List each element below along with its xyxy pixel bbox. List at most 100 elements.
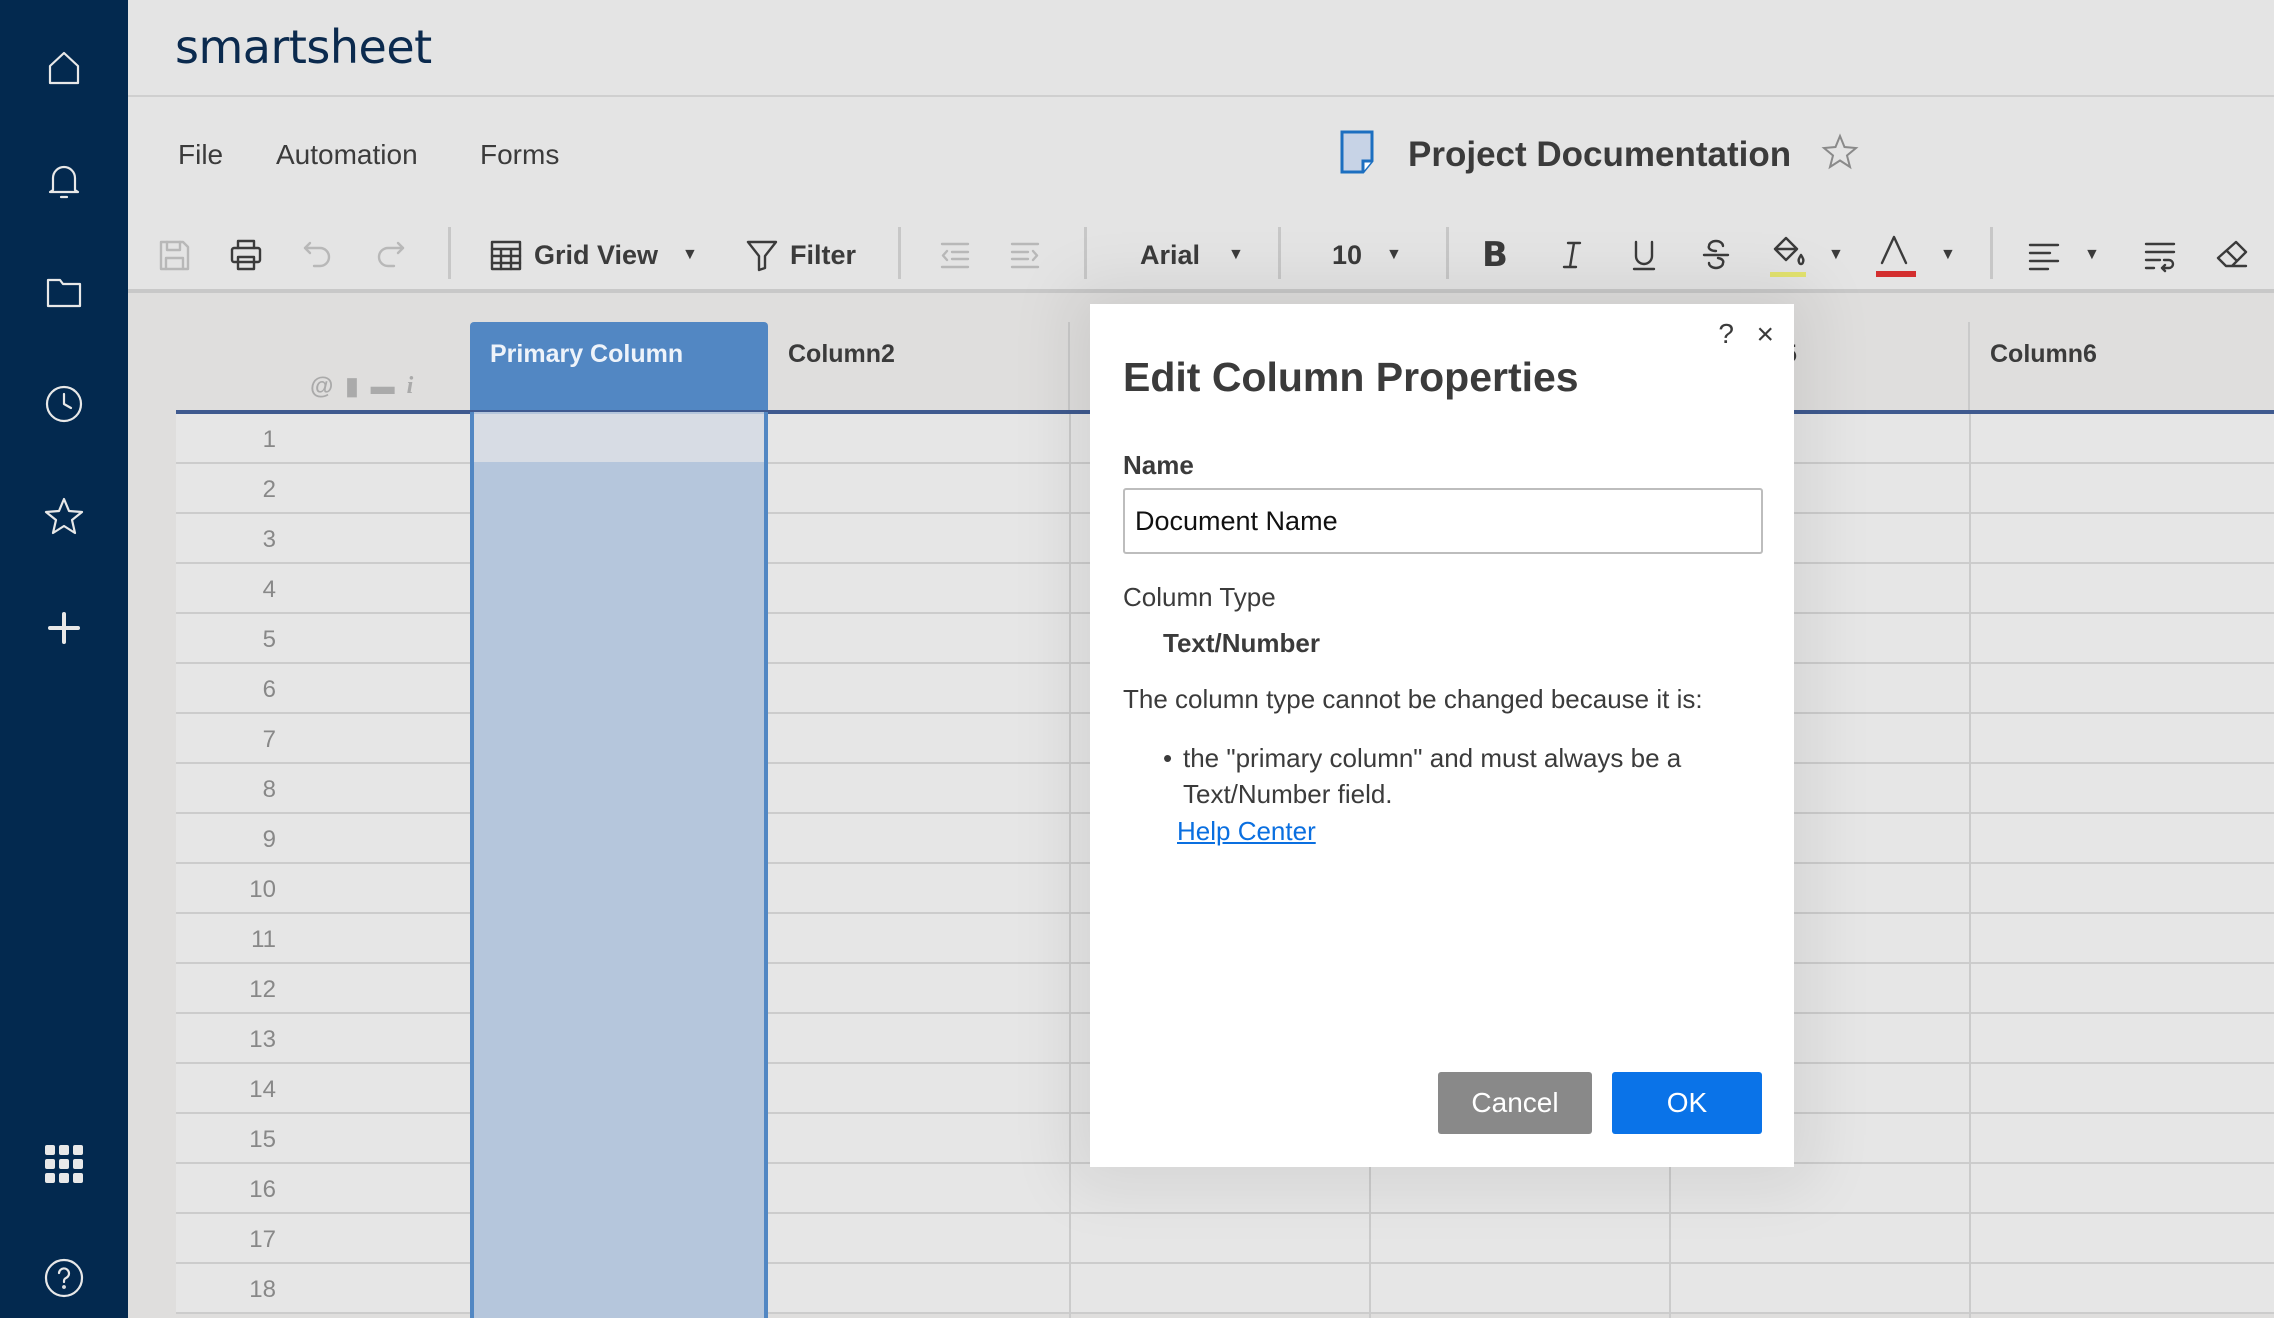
bold-icon: B <box>1482 235 1508 275</box>
sidebar-create[interactable] <box>40 604 88 652</box>
dialog-help-button[interactable]: ? <box>1718 318 1734 350</box>
row-number[interactable]: 13 <box>176 1026 276 1054</box>
info-icon[interactable]: i <box>407 373 414 400</box>
menu-bar: File Automation Forms Project Documentat… <box>128 97 2274 217</box>
row-number[interactable]: 3 <box>176 526 276 554</box>
view-selector[interactable]: Grid View ▼ <box>488 231 698 279</box>
sheet-title-area: Project Documentation <box>1338 129 1859 180</box>
sidebar-favorites[interactable] <box>40 492 88 540</box>
row-header-icons: @ ▮ ▬ i <box>310 372 413 401</box>
toolbar: Grid View ▼ Filter Arial ▼ 10 ▼ B ▼ ▼ ▼ <box>128 217 2274 293</box>
attachment-icon[interactable]: @ <box>310 373 333 401</box>
ok-button[interactable]: OK <box>1612 1072 1762 1134</box>
column-header[interactable]: Column6 <box>1970 322 2274 412</box>
clock-icon <box>45 385 83 423</box>
proofing-icon[interactable]: ▬ <box>371 373 395 401</box>
row-number[interactable]: 7 <box>176 726 276 754</box>
column-header[interactable]: Column2 <box>768 322 1070 412</box>
sidebar-launcher[interactable] <box>40 1140 88 1188</box>
outdent-button[interactable] <box>936 231 972 279</box>
fill-color-swatch <box>1770 233 1806 277</box>
strikethrough-button[interactable] <box>1698 231 1734 279</box>
column-type-value: Text/Number <box>1163 628 1320 658</box>
sidebar-recents[interactable] <box>40 380 88 428</box>
clear-formatting-button[interactable] <box>2214 231 2250 279</box>
row-number[interactable]: 14 <box>176 1076 276 1104</box>
filter-button[interactable]: Filter <box>744 231 856 279</box>
sheet-title[interactable]: Project Documentation <box>1408 135 1791 175</box>
bullet-dot: • <box>1163 743 1173 773</box>
grid-apps-icon <box>45 1145 83 1183</box>
toolbar-divider <box>1990 227 1993 279</box>
caret-down-icon: ▼ <box>1386 246 1402 263</box>
menu-automation[interactable]: Automation <box>276 139 418 171</box>
sidebar-notifications[interactable] <box>40 156 88 204</box>
plus-icon <box>48 612 80 644</box>
row-number[interactable]: 15 <box>176 1126 276 1154</box>
print-button[interactable] <box>228 231 264 279</box>
font-size-value: 10 <box>1332 239 1363 270</box>
eraser-icon <box>2216 240 2248 268</box>
cancel-button[interactable]: Cancel <box>1438 1072 1592 1134</box>
indent-button[interactable] <box>1008 231 1044 279</box>
bold-button[interactable]: B <box>1482 231 1508 279</box>
redo-button[interactable] <box>372 231 408 279</box>
underline-button[interactable] <box>1626 231 1662 279</box>
filter-label: Filter <box>790 239 857 270</box>
sidebar-help[interactable] <box>40 1254 88 1302</box>
undo-icon <box>303 241 331 268</box>
save-button[interactable] <box>156 231 192 279</box>
row-number[interactable]: 17 <box>176 1226 276 1254</box>
row-number[interactable]: 5 <box>176 626 276 654</box>
font-family-select[interactable]: Arial ▼ <box>1140 231 1244 279</box>
folder-icon <box>46 278 82 308</box>
row-number[interactable]: 10 <box>176 876 276 904</box>
row-number[interactable]: 11 <box>176 926 276 954</box>
dialog-close-button[interactable]: × <box>1756 318 1774 352</box>
filter-icon <box>746 240 778 272</box>
sidebar-home[interactable] <box>40 44 88 92</box>
row-number[interactable]: 8 <box>176 776 276 804</box>
column-type-label: Column Type <box>1123 582 1276 612</box>
toolbar-divider <box>1278 227 1281 279</box>
italic-icon <box>1562 241 1582 269</box>
top-bar: smartsheet <box>128 0 2274 97</box>
undo-button[interactable] <box>300 231 336 279</box>
row-number[interactable]: 12 <box>176 976 276 1004</box>
help-center-link[interactable]: Help Center <box>1177 816 1316 847</box>
text-color-indicator <box>1876 271 1916 277</box>
menu-file[interactable]: File <box>178 139 223 171</box>
view-label: Grid View <box>534 239 659 270</box>
sidebar-browse[interactable] <box>40 268 88 316</box>
row-number[interactable]: 9 <box>176 826 276 854</box>
primary-column-selection[interactable] <box>470 412 768 1318</box>
row-number[interactable]: 2 <box>176 476 276 504</box>
smartsheet-logo[interactable]: smartsheet <box>175 20 432 74</box>
print-icon <box>230 239 262 271</box>
wrap-text-button[interactable] <box>2142 231 2178 279</box>
fill-color-button[interactable]: ▼ <box>1770 231 1844 279</box>
underline-icon <box>1632 240 1656 271</box>
edit-column-properties-dialog: ? × Edit Column Properties Name Column T… <box>1090 304 1794 1167</box>
favorite-star-icon[interactable] <box>1821 133 1859 176</box>
comment-icon[interactable]: ▮ <box>345 372 358 401</box>
row-number[interactable]: 16 <box>176 1176 276 1204</box>
row-number[interactable]: 1 <box>176 426 276 454</box>
text-color-icon <box>1880 235 1908 265</box>
row-number[interactable]: 6 <box>176 676 276 704</box>
fill-color-indicator <box>1770 272 1806 277</box>
caret-down-icon: ▼ <box>1828 246 1844 263</box>
redo-icon <box>377 241 405 268</box>
align-button[interactable]: ▼ <box>2026 231 2100 279</box>
italic-button[interactable] <box>1554 231 1590 279</box>
primary-column-cell-active[interactable] <box>474 414 764 462</box>
column-name-input[interactable] <box>1123 488 1763 554</box>
toolbar-divider <box>898 227 901 279</box>
row-number[interactable]: 4 <box>176 576 276 604</box>
text-color-button[interactable]: ▼ <box>1876 231 1956 279</box>
menu-forms[interactable]: Forms <box>480 139 559 171</box>
font-size-select[interactable]: 10 ▼ <box>1332 231 1402 279</box>
caret-down-icon: ▼ <box>1940 246 1956 263</box>
row-number[interactable]: 18 <box>176 1276 276 1304</box>
column-header-primary[interactable]: Primary Column <box>470 322 768 412</box>
